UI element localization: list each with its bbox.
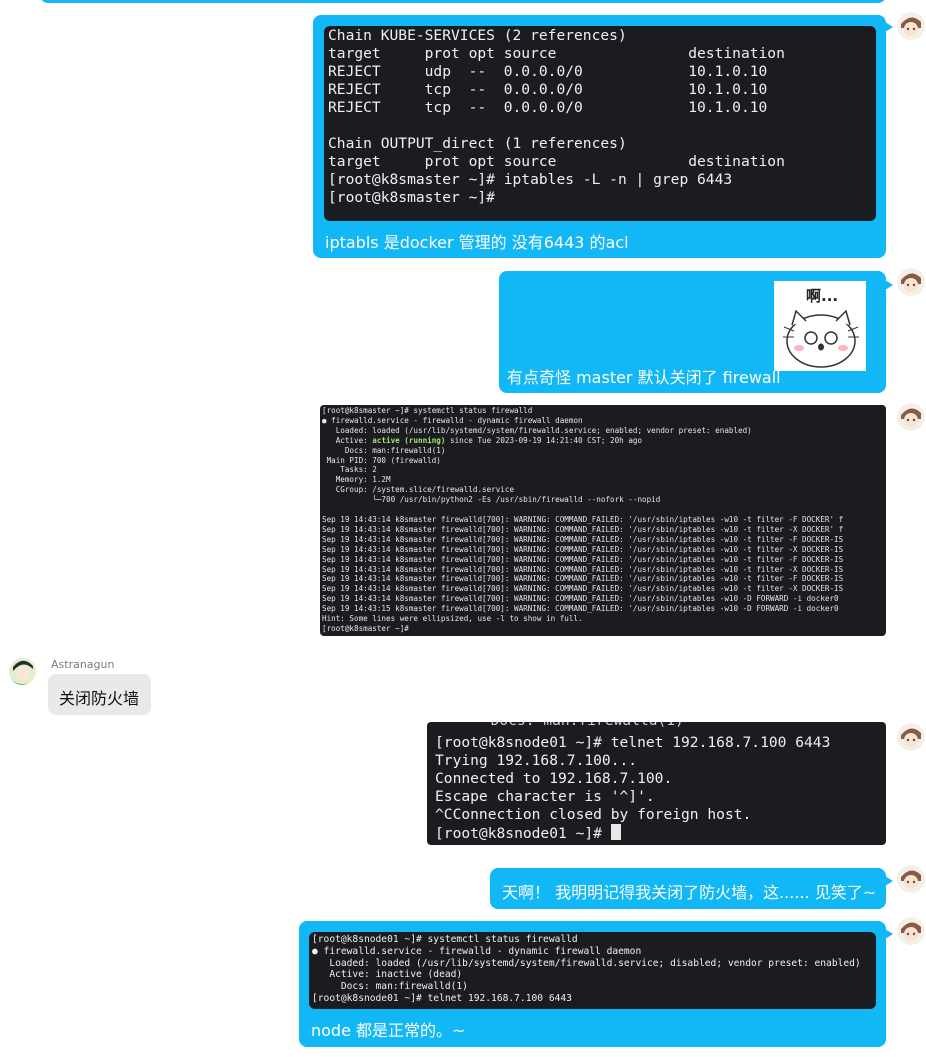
terminal-line: Connected to 192.168.7.100. <box>435 770 673 787</box>
self-avatar[interactable] <box>897 268 925 296</box>
message-bubble-node-ok[interactable]: [root@k8snode01 ~]# systemctl status fir… <box>299 921 886 1047</box>
avatar-icon <box>897 268 925 296</box>
bubble-tail <box>885 929 893 939</box>
terminal-cursor <box>610 824 621 840</box>
terminal-line: Sep 19 14:43:14 k8smaster firewalld[700]… <box>322 544 844 554</box>
terminal-line: [root@k8smaster ~]# <box>328 189 495 206</box>
bubble-tail <box>885 876 893 886</box>
terminal-screenshot[interactable]: Chain KUBE-SERVICES (2 references) targe… <box>324 26 876 221</box>
terminal-line: Loaded: loaded (/usr/lib/systemd/system/… <box>312 957 861 969</box>
terminal-screenshot-telnet[interactable]: Docs: man:firewalld(1) [root@k8snode01 ~… <box>427 722 886 845</box>
self-avatar[interactable] <box>897 403 925 431</box>
terminal-screenshot-master-firewall[interactable]: [root@k8smaster ~]# systemctl status fir… <box>320 405 886 636</box>
terminal-line: Sep 19 14:43:14 k8smaster firewalld[700]… <box>322 574 844 584</box>
terminal-line: Sep 19 14:43:14 k8smaster firewalld[700]… <box>322 554 844 564</box>
terminal-line: Escape character is '^]'. <box>435 788 655 805</box>
peer-message-bubble[interactable]: 关闭防火墙 <box>48 674 151 715</box>
terminal-line: ^CConnection closed by foreign host. <box>435 806 752 823</box>
terminal-line: Trying 192.168.7.100... <box>435 752 638 769</box>
terminal-prompt: [root@k8snode01 ~]# <box>435 825 611 842</box>
self-avatar[interactable] <box>897 865 925 893</box>
terminal-line: CGroup: /system.slice/firewalld.service <box>322 485 515 495</box>
self-avatar[interactable] <box>897 917 925 945</box>
message-caption: iptabls 是docker 管理的 没有6443 的acl <box>325 233 629 252</box>
message-bubble-apology[interactable]: 天啊！ 我明明记得我关闭了防火墙，这...... 见笑了~ <box>490 868 886 909</box>
message-caption: 有点奇怪 master 默认关闭了 firewall <box>507 368 781 387</box>
terminal-line: Sep 19 14:43:14 k8smaster firewalld[700]… <box>322 564 844 574</box>
terminal-line: ● firewalld.service - firewalld - dynami… <box>312 945 642 957</box>
sticker-caption: 啊... <box>806 287 839 305</box>
terminal-line: Main PID: 700 (firewalld) <box>322 455 441 465</box>
terminal-line: Sep 19 14:43:14 k8smaster firewalld[700]… <box>322 594 839 604</box>
peer-message-text: 关闭防火墙 <box>59 689 140 708</box>
avatar-icon <box>897 12 925 40</box>
terminal-line: [root@k8smaster ~]# <box>322 623 409 633</box>
terminal-line: Sep 19 14:43:15 k8smaster firewalld[700]… <box>322 604 839 614</box>
terminal-line: [root@k8snode01 ~]# telnet 192.168.7.100… <box>435 734 831 751</box>
status-active: active (running) <box>372 435 446 445</box>
terminal-output: Chain KUBE-SERVICES (2 references) targe… <box>324 26 876 207</box>
avatar-icon <box>897 917 925 945</box>
terminal-line: target prot opt source destination <box>328 153 785 170</box>
terminal-line: REJECT tcp -- 0.0.0.0/0 10.1.0.10 <box>328 81 768 98</box>
terminal-line: [root@k8snode01 ~]# systemctl status fir… <box>312 934 578 945</box>
peer-avatar-icon <box>9 658 36 685</box>
terminal-output: [root@k8snode01 ~]# telnet 192.168.7.100… <box>435 734 830 843</box>
bubble-tail <box>885 280 893 290</box>
terminal-output: [root@k8smaster ~]# systemctl status fir… <box>322 406 844 633</box>
terminal-line: Active: inactive (dead) <box>312 969 463 981</box>
message-text: 天啊！ 我明明记得我关闭了防火墙，这...... 见笑了~ <box>502 883 877 902</box>
terminal-line: Sep 19 14:43:14 k8smaster firewalld[700]… <box>322 584 844 594</box>
peer-avatar[interactable] <box>8 657 36 685</box>
terminal-line: Sep 19 14:43:14 k8smaster firewalld[700]… <box>322 524 844 534</box>
terminal-line: [root@k8smaster ~]# iptables -L -n | gre… <box>328 171 733 188</box>
terminal-line: Docs: man:firewalld(1) <box>322 445 446 455</box>
terminal-line: REJECT tcp -- 0.0.0.0/0 10.1.0.10 <box>328 99 768 116</box>
terminal-line: └─700 /usr/bin/python2 -Es /usr/sbin/fir… <box>322 495 661 505</box>
terminal-screenshot[interactable]: [root@k8snode01 ~]# systemctl status fir… <box>309 932 876 1009</box>
message-caption: node 都是正常的。~ <box>311 1021 466 1040</box>
terminal-line: [root@k8snode01 ~]# telnet 192.168.7.100… <box>312 992 572 1004</box>
terminal-line: Chain KUBE-SERVICES (2 references) <box>328 27 627 44</box>
sticker-image: 啊... <box>774 281 866 371</box>
terminal-line: REJECT udp -- 0.0.0.0/0 10.1.0.10 <box>328 63 768 80</box>
bubble-tail <box>885 22 893 32</box>
terminal-line: Hint: Some lines were ellipsized, use -l… <box>322 614 583 624</box>
terminal-output: [root@k8snode01 ~]# systemctl status fir… <box>309 932 876 1005</box>
message-bubble-iptables[interactable]: Chain KUBE-SERVICES (2 references) targe… <box>313 15 886 258</box>
avatar-icon <box>897 865 925 893</box>
terminal-line: Docs: man:firewalld(1) <box>312 981 468 993</box>
terminal-line: Tasks: 2 <box>322 465 377 475</box>
avatar-icon <box>897 723 925 751</box>
terminal-cut-line: Docs: man:firewalld(1) <box>473 722 684 730</box>
previous-message-bubble <box>40 0 886 3</box>
avatar-icon <box>897 403 925 431</box>
message-bubble-firewall[interactable]: 啊... 有点奇怪 master 默认关闭了 firewall <box>499 271 886 393</box>
terminal-line: Memory: 1.2M <box>322 475 391 485</box>
sender-name: Astranagun <box>51 658 115 671</box>
terminal-line: Sep 19 14:43:14 k8smaster firewalld[700]… <box>322 514 844 524</box>
terminal-line: target prot opt source destination <box>328 45 785 62</box>
terminal-line: Chain OUTPUT_direct (1 references) <box>328 135 627 152</box>
self-avatar[interactable] <box>897 723 925 751</box>
terminal-line: Sep 19 14:43:14 k8smaster firewalld[700]… <box>322 534 844 544</box>
self-avatar[interactable] <box>897 12 925 40</box>
